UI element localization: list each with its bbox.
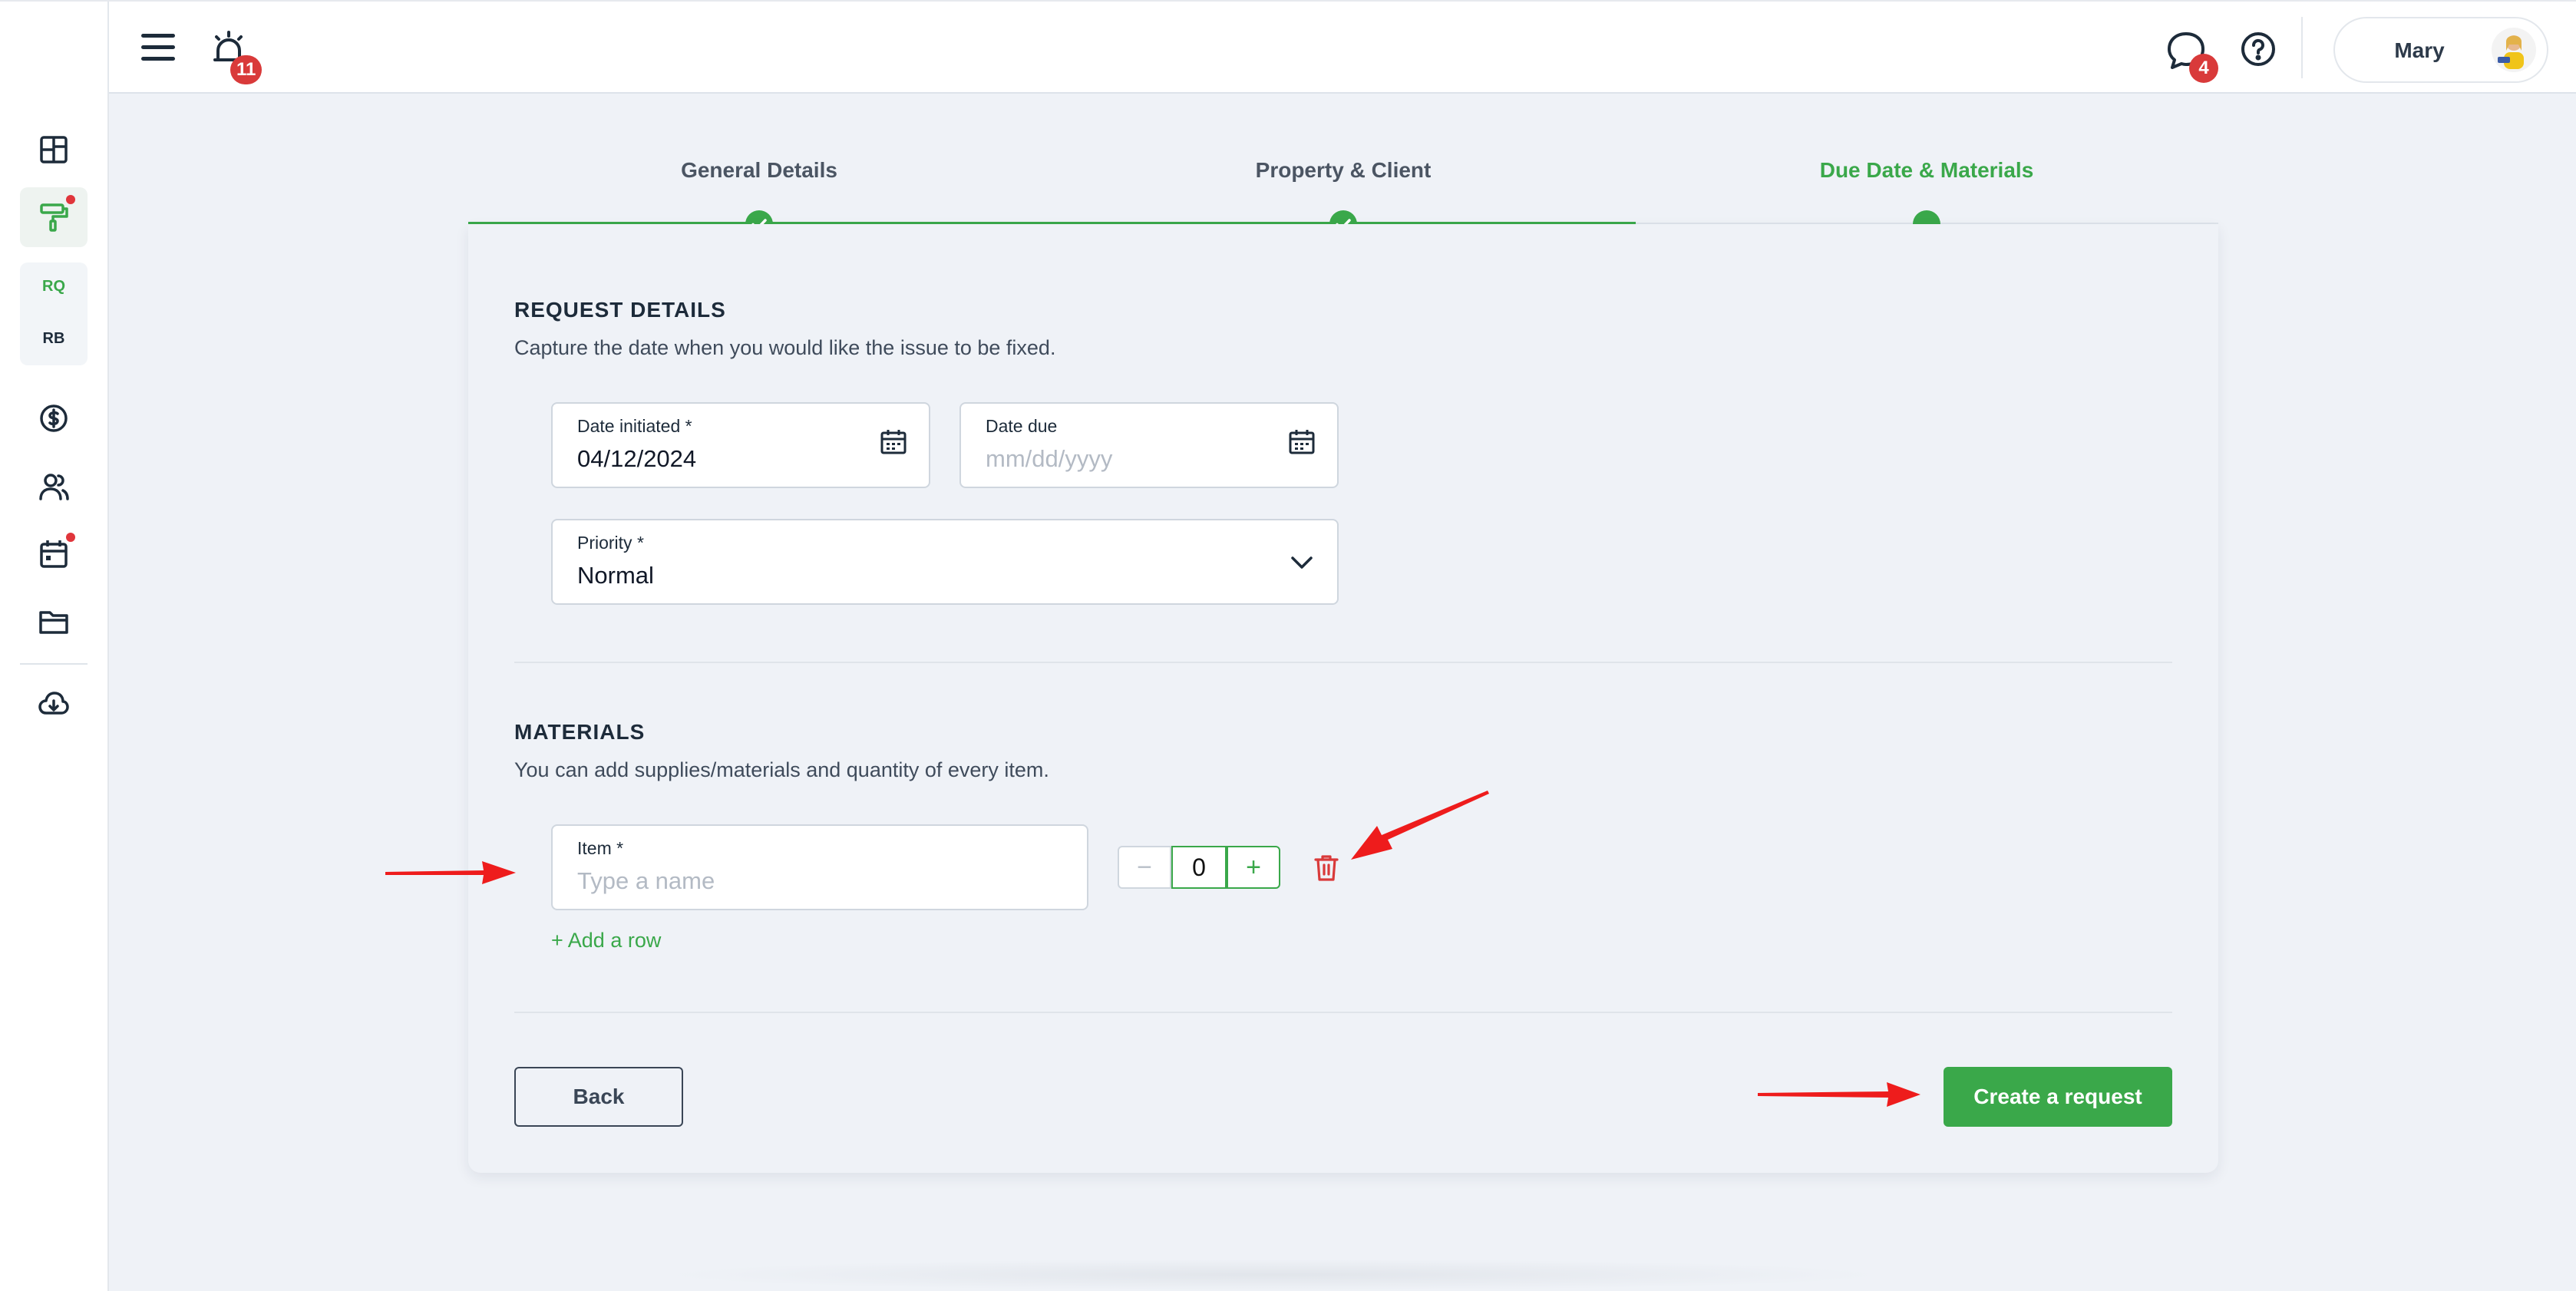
trash-icon[interactable] <box>1309 850 1343 884</box>
request-details-description: Capture the date when you would like the… <box>514 336 1056 359</box>
step-due-date-materials[interactable]: Due Date & Materials <box>1820 158 2034 183</box>
notification-dot <box>66 533 75 542</box>
annotation-arrow-icon <box>385 861 516 884</box>
chevron-down-icon <box>1286 548 1317 579</box>
logo-area <box>0 2 109 94</box>
step-property-client[interactable]: Property & Client <box>1256 158 1432 183</box>
dollar-icon[interactable] <box>35 400 72 437</box>
chat-icon[interactable]: 4 <box>2165 29 2218 83</box>
materials-description: You can add supplies/materials and quant… <box>514 758 1049 781</box>
folder-icon[interactable] <box>35 603 72 640</box>
date-due-field[interactable]: Date due mm/dd/yyyy <box>959 402 1339 488</box>
date-due-placeholder: mm/dd/yyyy <box>986 445 1113 472</box>
annotation-arrow-icon <box>1351 791 1489 860</box>
paint-roller-icon[interactable] <box>35 199 72 236</box>
sidebar: RQ RB <box>0 94 109 1291</box>
topbar-divider <box>2301 17 2303 78</box>
add-row-link[interactable]: + Add a row <box>551 929 661 953</box>
request-details-title: REQUEST DETAILS <box>514 298 726 322</box>
quantity-stepper: − 0 + <box>1118 846 1280 889</box>
sidebar-divider <box>20 663 88 665</box>
date-initiated-value: 04/12/2024 <box>577 445 697 472</box>
step-general-details[interactable]: General Details <box>681 158 837 183</box>
request-form-card: REQUEST DETAILS Capture the date when yo… <box>468 224 2218 1173</box>
messages-count-badge: 4 <box>2189 54 2218 83</box>
notification-dot <box>66 195 75 204</box>
date-due-label: Date due <box>986 416 1058 436</box>
priority-select[interactable]: Priority * Normal <box>551 519 1339 605</box>
date-initiated-field[interactable]: Date initiated * 04/12/2024 <box>551 402 930 488</box>
item-label: Item * <box>577 838 624 858</box>
users-icon[interactable] <box>35 468 72 505</box>
calendar-icon[interactable] <box>878 427 909 457</box>
help-icon[interactable] <box>2240 31 2277 68</box>
back-button[interactable]: Back <box>514 1067 683 1127</box>
avatar <box>2492 28 2536 72</box>
increment-button[interactable]: + <box>1227 846 1280 889</box>
user-menu[interactable]: Mary <box>2333 17 2548 83</box>
cloud-download-icon[interactable] <box>35 685 72 722</box>
quantity-value[interactable]: 0 <box>1171 846 1227 889</box>
annotation-arrow-icon <box>1758 1082 1920 1107</box>
item-name-field[interactable]: Item * Type a name <box>551 824 1088 910</box>
calendar-icon[interactable] <box>35 536 72 573</box>
alarm-count-badge: 11 <box>230 55 263 84</box>
calendar-icon[interactable] <box>1286 427 1317 457</box>
section-divider <box>514 1012 2172 1013</box>
section-divider <box>514 662 2172 663</box>
alarm-icon[interactable]: 11 <box>209 29 263 84</box>
sidebar-item-rb[interactable]: RB <box>20 330 88 348</box>
materials-title: MATERIALS <box>514 720 646 744</box>
priority-value: Normal <box>577 562 654 589</box>
user-name: Mary <box>2394 38 2445 62</box>
page-bottom-shadow <box>660 1259 1888 1291</box>
top-bar: 11 4 Mary <box>0 0 2576 94</box>
item-placeholder: Type a name <box>577 867 715 894</box>
date-initiated-label: Date initiated * <box>577 416 692 436</box>
create-request-button[interactable]: Create a request <box>1944 1067 2172 1127</box>
sidebar-item-rq[interactable]: RQ <box>20 278 88 296</box>
menu-icon[interactable] <box>141 34 175 61</box>
priority-label: Priority * <box>577 533 644 553</box>
decrement-button[interactable]: − <box>1118 846 1171 889</box>
dashboard-icon[interactable] <box>35 131 72 168</box>
